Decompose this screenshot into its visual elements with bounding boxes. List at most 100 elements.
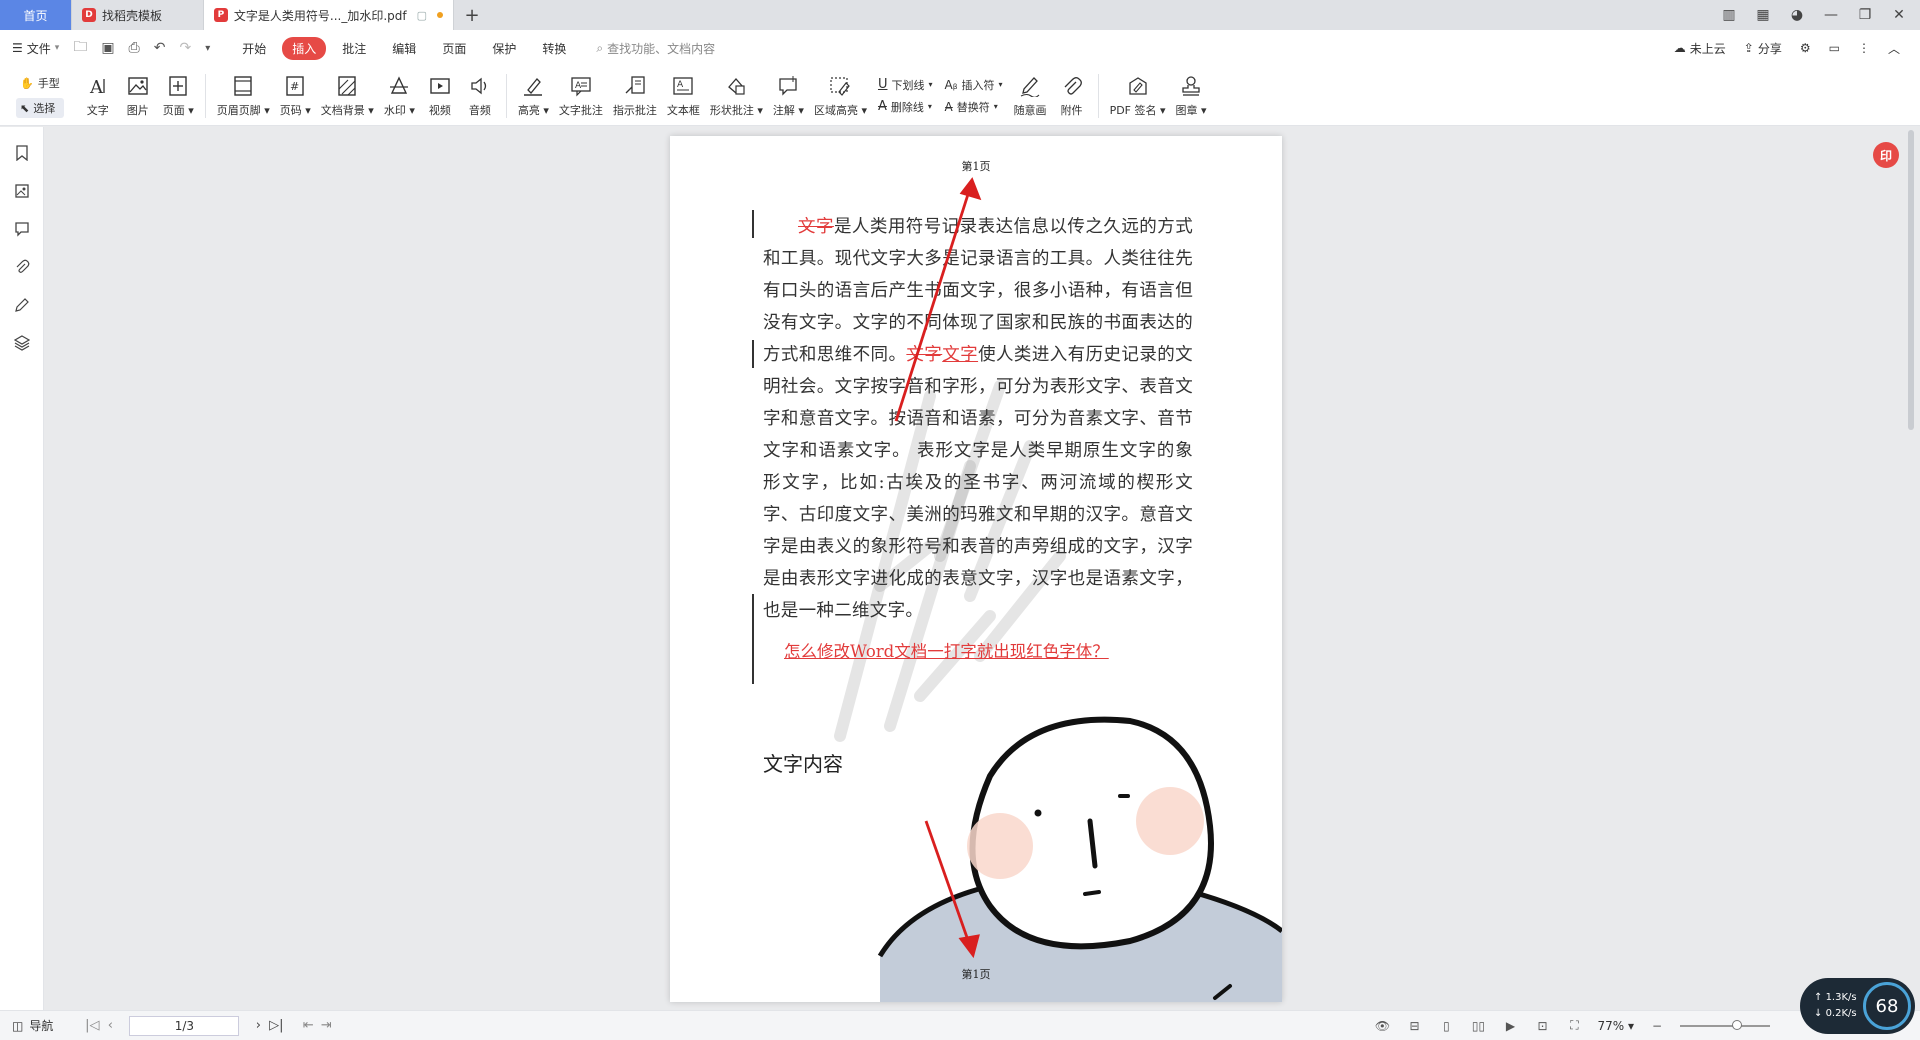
tab-convert[interactable]: 转换 (532, 37, 576, 60)
pdf-sign-button[interactable]: PDF 签名 ▾ (1105, 68, 1171, 124)
search-input[interactable]: ⌕ 查找功能、文档内容 (596, 40, 715, 57)
redo-icon[interactable]: ↷ (179, 40, 191, 56)
hint-comment-button[interactable]: 指示批注 (608, 68, 662, 124)
save-icon[interactable]: ▣ (101, 40, 114, 56)
open-folder-icon[interactable]: 🗀 (73, 36, 87, 60)
search-placeholder: 查找功能、文档内容 (607, 41, 716, 56)
pdf-sign-text: PDF 签名 (1109, 104, 1157, 117)
avatar[interactable]: ◕ (1782, 7, 1812, 23)
usage-ring: 68 (1863, 982, 1911, 1030)
zoom-level[interactable]: 77% ▾ (1597, 1019, 1634, 1033)
insert-text-button[interactable]: A 文字 (78, 68, 118, 124)
attachment-icon[interactable] (12, 257, 32, 277)
next-page-icon[interactable]: › (249, 1018, 267, 1033)
eye-icon[interactable]: 👁 (1373, 1017, 1391, 1035)
back-icon[interactable]: ⇤ (299, 1018, 317, 1033)
tab-start[interactable]: 开始 (232, 37, 276, 60)
minimize-icon[interactable]: — (1816, 7, 1846, 23)
more-icon[interactable]: ⋮ (1858, 41, 1870, 55)
area-highlight-button[interactable]: 区域高亮 ▾ (809, 68, 872, 124)
play-icon[interactable]: ▶ (1501, 1017, 1519, 1035)
fit-width-icon[interactable]: ⊟ (1405, 1017, 1423, 1035)
usage-percent: 68 (1875, 995, 1899, 1017)
fit-page-icon[interactable]: ⛶ (1565, 1017, 1583, 1035)
tab-page[interactable]: 页面 (432, 37, 476, 60)
signature-icon[interactable] (12, 295, 32, 315)
nav-toggle[interactable]: ◫ 导航 (12, 1017, 53, 1034)
insert-image-button[interactable]: 图片 (118, 68, 158, 124)
select-tool-button[interactable]: ⬉ 选择 (16, 98, 64, 118)
text-comment-label: 文字批注 (558, 104, 603, 117)
file-menu-button[interactable]: ☰ 文件 ▾ (12, 40, 59, 57)
collapse-ribbon-icon[interactable]: ︿ (1888, 40, 1900, 57)
annotation-button[interactable]: 注解 ▾ (768, 68, 809, 124)
vertical-scrollbar[interactable] (1906, 130, 1916, 430)
doc-background-button[interactable]: 文档背景 ▾ (316, 68, 379, 124)
textbox-button[interactable]: A 文本框 (662, 68, 705, 124)
forward-icon[interactable]: ⇥ (317, 1018, 335, 1033)
tab-comment[interactable]: 批注 (332, 37, 376, 60)
hand-tool-button[interactable]: ✋ 手型 (16, 73, 64, 93)
print-badge-icon[interactable]: 印 (1873, 142, 1899, 168)
layers-icon[interactable] (12, 333, 32, 353)
page-number-input[interactable]: 1/3 (129, 1015, 240, 1036)
highlight-button[interactable]: 高亮 ▾ (513, 68, 554, 124)
tab-template[interactable]: D 找稻壳模板 (72, 0, 204, 30)
related-article-link[interactable]: 怎么修改Word文档一打字就出现红色字体？ (784, 638, 1109, 662)
header-footer-button[interactable]: 页眉页脚 ▾ (212, 68, 275, 124)
print-icon[interactable]: ⎙ (129, 40, 140, 56)
single-page-icon[interactable]: ▯ (1437, 1017, 1455, 1035)
last-page-icon[interactable]: ▷| (267, 1018, 285, 1033)
annotation-text: 注解 (772, 104, 795, 117)
apps-grid-icon[interactable]: ▦ (1748, 7, 1778, 23)
video-button[interactable]: 视频 (420, 68, 460, 124)
layout-icon[interactable]: ▥ (1714, 7, 1744, 23)
chevron-down-icon: ▾ (998, 80, 1003, 89)
freehand-button[interactable]: 随意画 (1009, 68, 1052, 124)
header-footer-icon (230, 73, 256, 99)
zoom-slider[interactable] (1680, 1019, 1770, 1030)
tab-home[interactable]: 首页 (0, 0, 72, 30)
tab-edit[interactable]: 编辑 (382, 37, 426, 60)
attachment-button[interactable]: 附件 (1052, 68, 1092, 124)
strikethrough-button[interactable]: A 删除线 ▾ (878, 99, 933, 115)
prev-page-icon[interactable]: ‹ (101, 1018, 119, 1033)
insert-symbol-button[interactable]: Aᵦ 插入符 ▾ (945, 77, 1003, 93)
customize-chevron-icon[interactable]: ▾ (205, 43, 210, 54)
restore-icon[interactable]: ❐ (1850, 7, 1880, 23)
audio-button[interactable]: 音频 (460, 68, 500, 124)
zoom-out-icon[interactable]: − (1648, 1017, 1666, 1035)
close-icon[interactable]: ✕ (1884, 7, 1914, 23)
bookmark-icon[interactable] (12, 143, 32, 163)
revision-bar (752, 594, 754, 684)
textbox-label: 文本框 (666, 104, 700, 117)
message-icon[interactable]: ▭ (1829, 41, 1840, 55)
text-comment-button[interactable]: A 文字批注 (554, 68, 608, 124)
first-page-icon[interactable]: |◁ (83, 1018, 101, 1033)
two-page-icon[interactable]: ▯▯ (1469, 1017, 1487, 1035)
thumbnail-icon[interactable] (12, 181, 32, 201)
document-page[interactable]: 第1页 文字是人类用符号记录表达信息以传之久远的方式和工具。现代文字大多是记录语… (670, 136, 1282, 1002)
page-number-button[interactable]: # 页码 ▾ (275, 68, 316, 124)
tab-document[interactable]: P 文字是人类用符号..._加水印.pdf ▢ (204, 0, 454, 30)
comment-icon[interactable] (12, 219, 32, 239)
cloud-button[interactable]: ☁ 未上云 (1674, 40, 1726, 57)
network-speed-widget[interactable]: ↑ 1.3K/s ↓ 0.2K/s 68 (1800, 978, 1915, 1034)
speaker-icon (467, 73, 493, 99)
tab-protect[interactable]: 保护 (482, 37, 526, 60)
underline-button[interactable]: U 下划线 ▾ (878, 77, 933, 93)
tab-insert[interactable]: 插入 (282, 36, 327, 60)
insert-page-button[interactable]: 页面 ▾ (158, 68, 199, 124)
scrollbar-thumb[interactable] (1908, 130, 1914, 430)
shape-comment-button[interactable]: 形状批注 ▾ (705, 68, 768, 124)
new-tab-button[interactable]: + (454, 0, 490, 30)
watermark-button[interactable]: 水印 ▾ (379, 68, 420, 124)
undo-icon[interactable]: ↶ (154, 40, 166, 56)
stamp-button[interactable]: 图章 ▾ (1171, 68, 1212, 124)
image-icon (125, 73, 151, 99)
share-button[interactable]: ⇪ 分享 (1744, 40, 1782, 57)
zoom-slider-knob[interactable] (1732, 1019, 1742, 1030)
actual-size-icon[interactable]: ⊡ (1533, 1017, 1551, 1035)
settings-icon[interactable]: ⚙ (1800, 41, 1811, 55)
replace-symbol-button[interactable]: A̶ 替换符 ▾ (945, 99, 1003, 115)
